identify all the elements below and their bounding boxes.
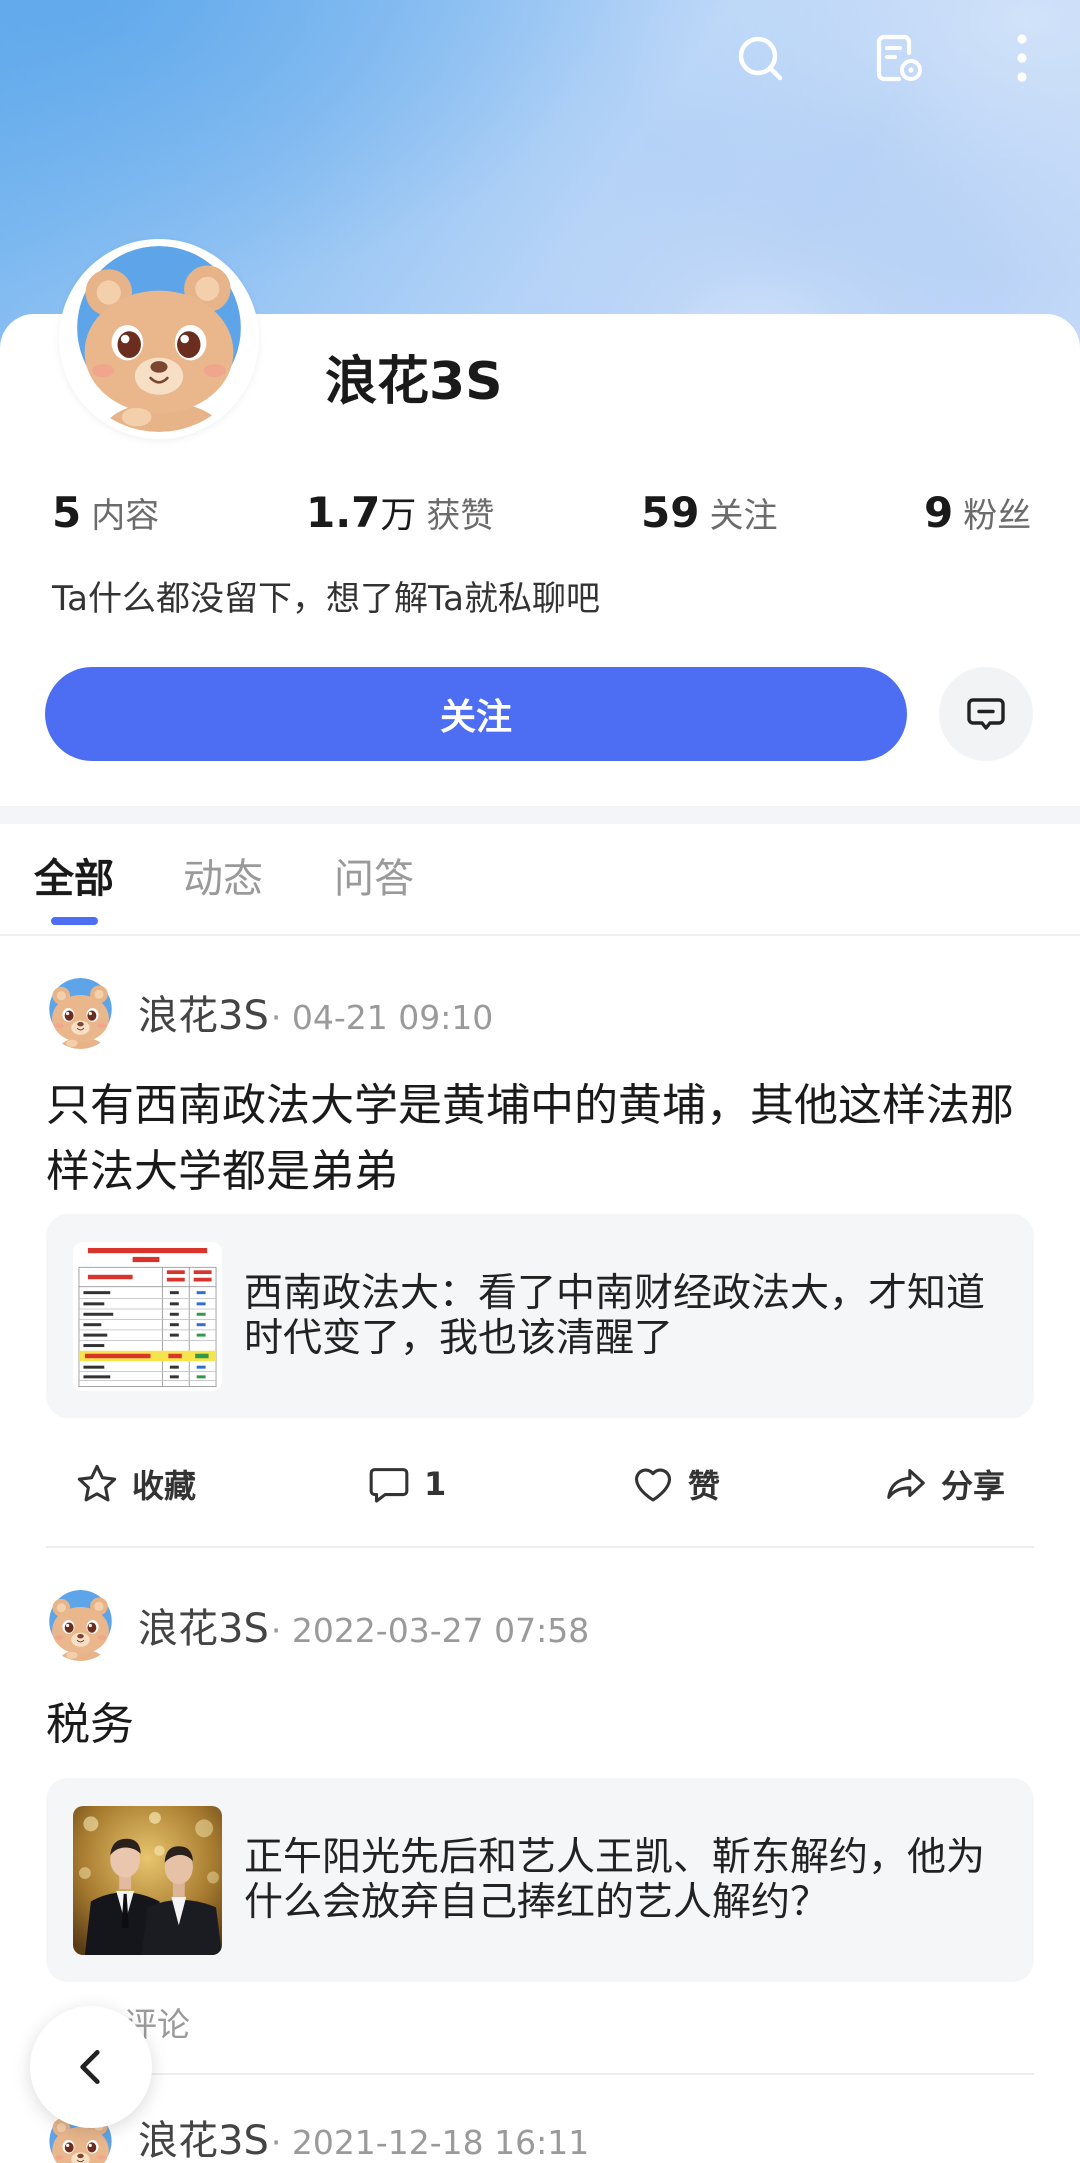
tab-active-indicator [51,917,98,925]
stat-value: 9 [924,488,954,537]
stat-value: 59 [641,488,700,537]
chat-bubble-icon [967,698,1005,730]
post-time: · 2022-03-27 07:58 [270,1611,590,1650]
like-button[interactable]: 赞 [630,1454,720,1514]
chevron-left-icon [80,2050,100,2084]
post-author-name[interactable]: 浪花3S [138,2121,269,2161]
favorite-label: 收藏 [132,1467,197,1505]
comment-count: 1 [424,1465,447,1503]
post-meta: 浪花3S · 2021-12-18 16:11 [138,2121,590,2162]
stat-label: 粉丝 [963,496,1032,536]
post-text: 只有西南政法大学是黄埔中的黄埔，其他这样法那样法大学都是弟弟 [46,1080,1014,1197]
post-author-name[interactable]: 浪花3S [138,991,269,1041]
stat-label: 获赞 [426,496,495,536]
tab-qa[interactable]: 问答 [334,852,414,906]
post-divider [46,2073,1034,2075]
comment-icon [369,1468,409,1503]
tab-all[interactable]: 全部 [34,852,114,906]
post-author-avatar[interactable] [45,1590,116,1661]
feed-post[interactable]: 浪花3S · 2022-03-27 07:58 税务 正午阳光先后和艺人王凯、靳… [0,1590,1080,2075]
stat-likes[interactable]: 1.7 万 获赞 [306,484,494,542]
quoted-article-title: 正午阳光先后和艺人王凯、靳东解约，他为什么会放弃自己捧红的艺人解约？ [244,1835,986,1925]
share-button[interactable]: 分享 [883,1454,1005,1514]
stat-following[interactable]: 59 关注 [641,484,777,542]
star-icon [77,1464,117,1502]
quoted-article-card[interactable]: 西南政法大：看了中南财经政法大，才知道时代变了，我也该清醒了 [46,1214,1034,1418]
post-author-name[interactable]: 浪花3S [138,1604,269,1654]
stat-value: 5 [52,488,82,537]
tabs-divider [0,934,1080,936]
article-thumbnail [73,1806,222,1955]
heart-icon [634,1468,672,1502]
message-button[interactable] [939,667,1033,761]
feed-post[interactable]: 浪花3S · 04-21 09:10 只有西南政法大学是黄埔中的黄埔，其他这样法… [0,978,1080,1548]
post-time: · 04-21 09:10 [270,998,494,1037]
follow-button[interactable]: 关注 [45,667,907,761]
avatar[interactable] [59,239,259,439]
stat-unit: 万 [380,495,417,536]
profile-bio: Ta什么都没留下，想了解Ta就私聊吧 [52,579,600,619]
profile-username: 浪花3S [325,352,503,412]
search-icon[interactable] [733,31,789,87]
post-meta: 浪花3S · 04-21 09:10 [138,991,493,1041]
stat-value: 1.7 [306,488,381,537]
comment-button[interactable]: 1 [366,1454,446,1514]
section-separator [0,806,1080,824]
quoted-article-card[interactable]: 正午阳光先后和艺人王凯、靳东解约，他为什么会放弃自己捧红的艺人解约？ [46,1778,1034,1982]
post-meta: 浪花3S · 2022-03-27 07:58 [138,1604,589,1654]
back-button[interactable] [30,2006,152,2128]
article-thumbnail [73,1242,222,1391]
share-icon [887,1469,925,1499]
post-author-avatar[interactable] [45,978,116,1049]
stat-label: 内容 [91,496,160,536]
post-time: · 2021-12-18 16:11 [270,2123,590,2162]
quoted-article-title: 西南政法大：看了中南财经政法大，才知道时代变了，我也该清醒了 [244,1271,986,1361]
share-label: 分享 [941,1467,1006,1505]
feed-post[interactable]: 浪花3S · 2021-12-18 16:11 [0,2110,1080,2163]
document-settings-icon[interactable] [870,30,926,86]
stat-followers[interactable]: 9 粉丝 [924,484,1031,542]
like-label: 赞 [688,1467,721,1505]
stat-content[interactable]: 5 内容 [52,484,159,542]
post-text: 税务 [46,1699,134,1750]
post-divider [46,1546,1034,1548]
post-actions: 收藏 1 赞 分享 [0,1454,1080,1514]
stat-label: 关注 [709,496,778,536]
more-vertical-icon[interactable] [1002,30,1042,86]
favorite-button[interactable]: 收藏 [74,1454,196,1514]
tab-updates[interactable]: 动态 [183,852,263,906]
